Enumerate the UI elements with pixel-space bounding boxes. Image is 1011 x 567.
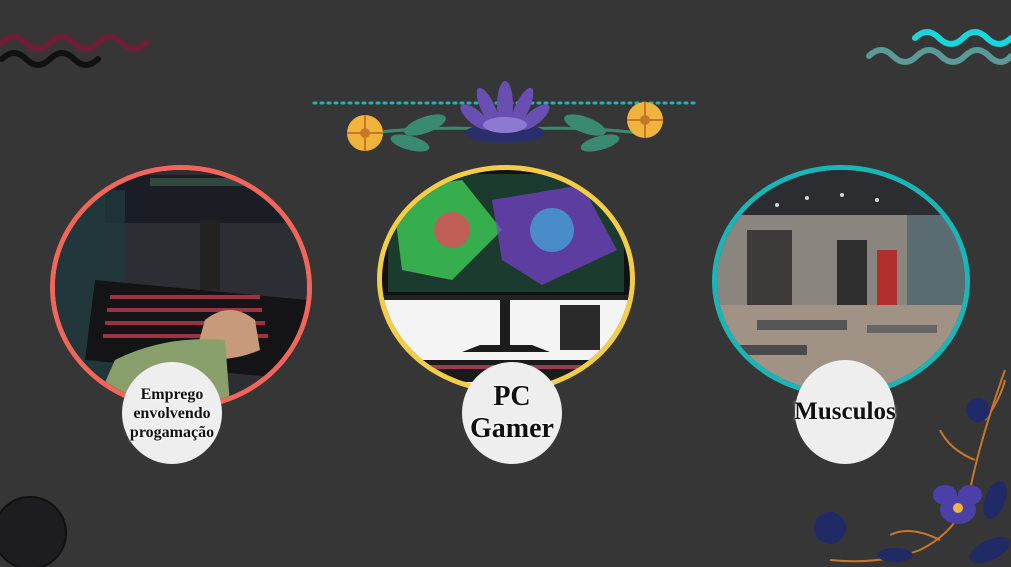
slide-canvas: Emprego envolvendo progamação PC Gamer M… [0, 0, 1011, 567]
card-label-line: progamação [129, 423, 215, 441]
gaming-monitor-photo [377, 165, 635, 393]
floral-garland-decoration [312, 81, 698, 152]
wave-decoration-top-left [0, 34, 149, 68]
card-label-pc-gamer: PC Gamer [462, 362, 562, 464]
dark-circle-decoration [0, 496, 67, 567]
card-label-line: envolvendo [133, 404, 211, 422]
card-label-line: PC [493, 381, 531, 412]
card-label-line: Emprego [140, 385, 204, 403]
card-label-emprego: Emprego envolvendo progamação [122, 362, 222, 464]
wave-decoration-top-right [866, 29, 1011, 65]
floral-branch-decoration [814, 369, 1011, 563]
card-label-line: Gamer [470, 413, 554, 444]
